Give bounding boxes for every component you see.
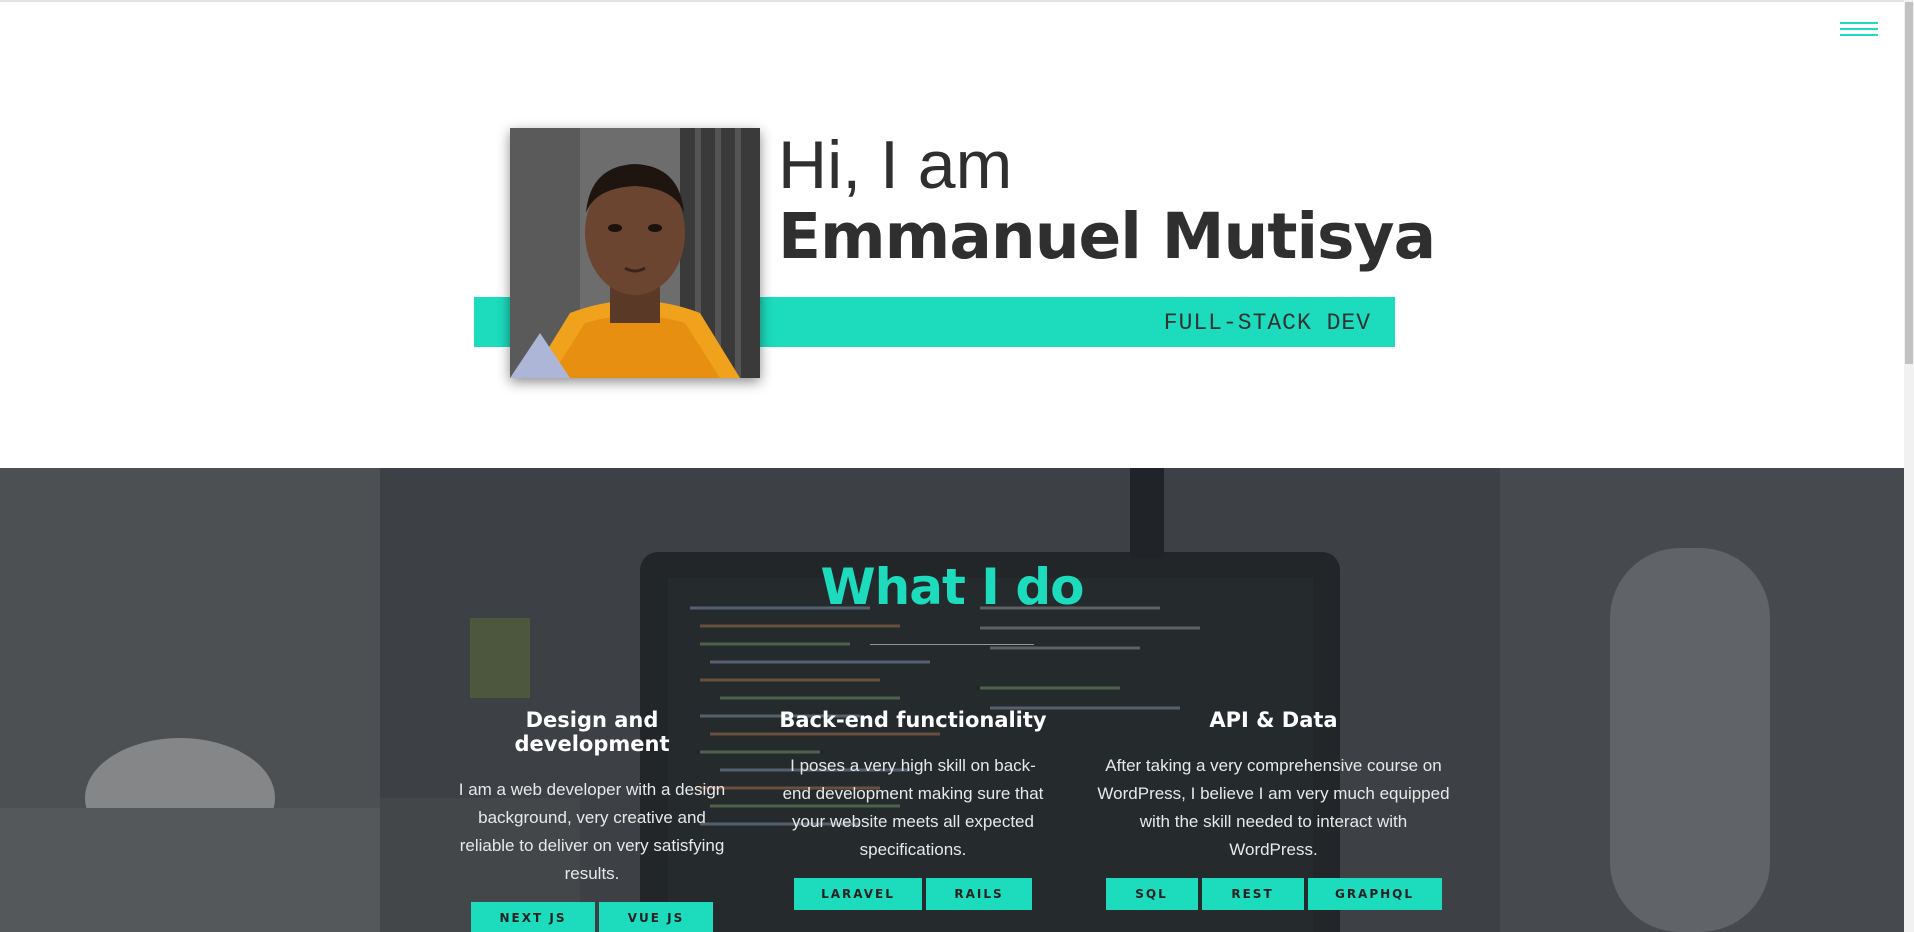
service-description: After taking a very comprehensive course…: [1097, 756, 1450, 859]
top-border: [0, 0, 1904, 2]
hamburger-menu-icon[interactable]: [1840, 20, 1878, 40]
skill-chips: SQL REST GRAPHQL: [1095, 878, 1452, 914]
section-title: What I do: [820, 558, 1085, 616]
skill-chip-rest[interactable]: REST: [1201, 878, 1304, 910]
what-i-do-section: What I do Design and development I am a …: [0, 468, 1904, 932]
service-description: I poses a very high skill on back-end de…: [782, 756, 1044, 859]
skill-chip-rails[interactable]: RAILS: [926, 878, 1032, 910]
hero-name: Emmanuel Mutisya: [778, 200, 1436, 273]
service-heading: API & Data: [1209, 708, 1338, 732]
page-scrollbar[interactable]: [1904, 0, 1914, 932]
skill-chips: LARAVEL RAILS: [778, 878, 1048, 914]
service-card-backend: Back-end functionality I poses a very hi…: [778, 708, 1048, 914]
menu-line: [1840, 22, 1878, 24]
skill-chip-graphql[interactable]: GRAPHQL: [1307, 878, 1442, 910]
profile-photo: [510, 128, 760, 378]
scrollbar-thumb[interactable]: [1905, 2, 1913, 364]
service-description: I am a web developer with a design backg…: [458, 780, 726, 883]
skill-chips: NEXT JS VUE JS: [452, 902, 732, 932]
skill-chip-sql[interactable]: SQL: [1105, 878, 1198, 910]
service-card-design: Design and development I am a web develo…: [452, 708, 732, 932]
skill-chip-vuejs[interactable]: VUE JS: [599, 902, 713, 932]
service-heading: Back-end functionality: [779, 708, 1047, 732]
skill-chip-nextjs[interactable]: NEXT JS: [471, 902, 595, 932]
skill-chip-laravel[interactable]: LARAVEL: [794, 878, 922, 910]
profile-photo-image: [510, 128, 760, 378]
menu-line: [1840, 28, 1878, 30]
service-card-api: API & Data After taking a very comprehen…: [1095, 708, 1452, 914]
role-text: FULL-STACK DEV: [1163, 310, 1371, 336]
menu-line: [1840, 34, 1878, 36]
hero-greeting: Hi, I am: [778, 127, 1013, 203]
service-heading: Design and development: [514, 708, 670, 756]
section-title-divider: [870, 644, 1034, 645]
